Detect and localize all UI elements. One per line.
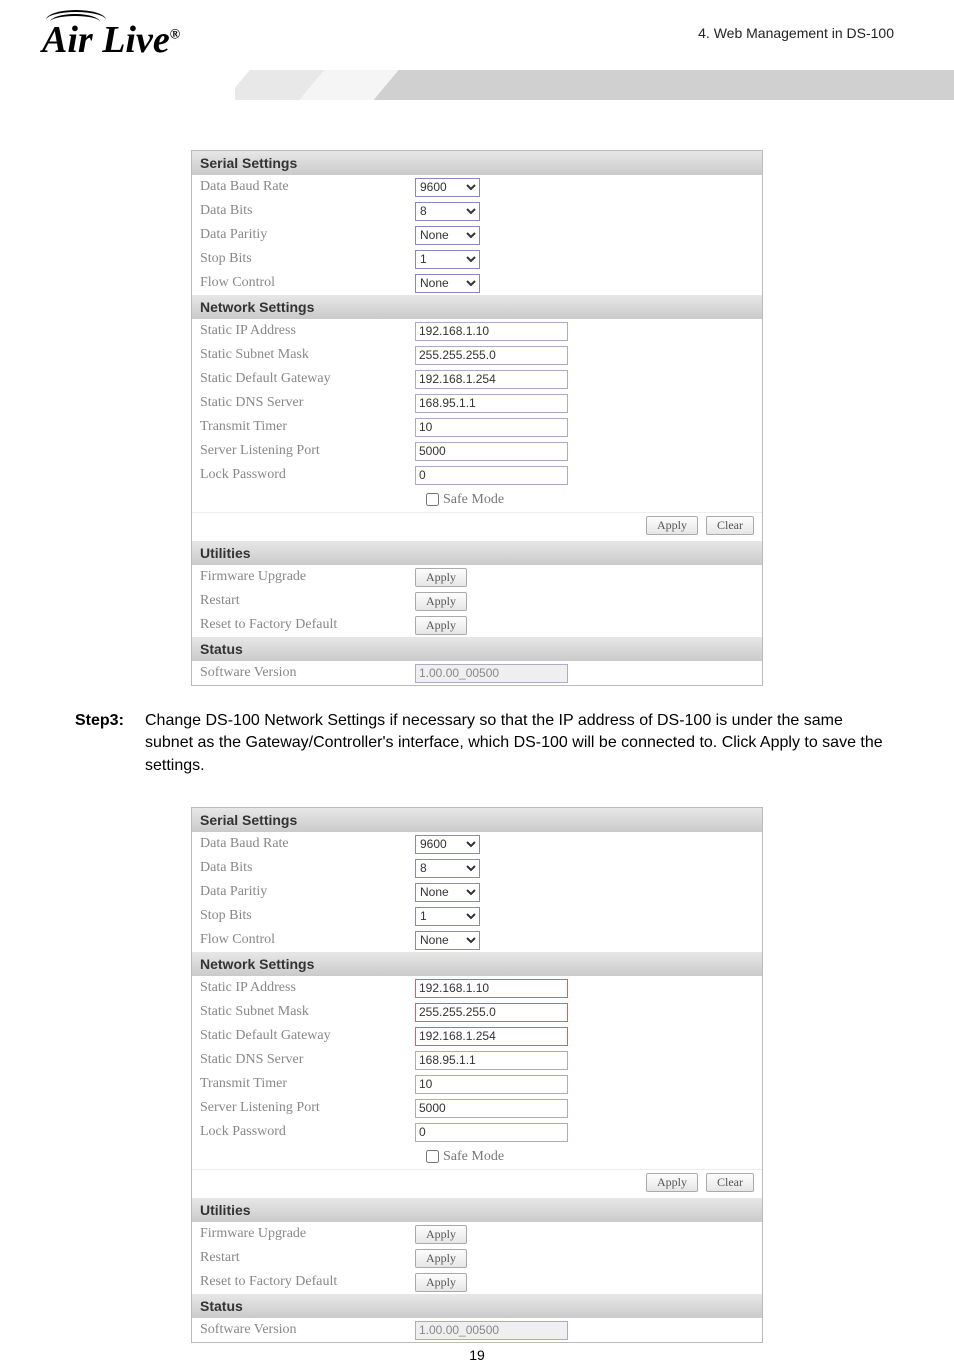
label-version: Software Version [200, 665, 415, 681]
label-restart: Restart [200, 593, 415, 609]
settings-panel-2: Serial Settings Data Baud Rate9600 Data … [191, 807, 763, 1343]
port-input[interactable] [415, 1099, 568, 1118]
lock-input[interactable] [415, 1123, 568, 1142]
page-header: Air Live® 4. Web Management in DS-100 [0, 0, 954, 120]
label-baud: Data Baud Rate [200, 836, 415, 852]
step3-tag: Step3: [75, 710, 145, 777]
label-fw: Firmware Upgrade [200, 1226, 415, 1242]
timer-input[interactable] [415, 1075, 568, 1094]
label-port: Server Listening Port [200, 1100, 415, 1116]
label-timer: Transmit Timer [200, 419, 415, 435]
mask-input[interactable] [415, 346, 568, 365]
safe-mode-checkbox[interactable] [426, 493, 439, 506]
version-field [415, 1321, 568, 1340]
gw-input[interactable] [415, 370, 568, 389]
label-safe: Safe Mode [443, 492, 504, 508]
label-gw: Static Default Gateway [200, 1028, 415, 1044]
label-mask: Static Subnet Mask [200, 347, 415, 363]
parity-select[interactable]: None [415, 883, 480, 902]
label-ip: Static IP Address [200, 980, 415, 996]
label-fw: Firmware Upgrade [200, 569, 415, 585]
label-lock: Lock Password [200, 467, 415, 483]
baud-select[interactable]: 9600 [415, 178, 480, 197]
bits-select[interactable]: 8 [415, 859, 480, 878]
label-parity: Data Paritiy [200, 227, 415, 243]
label-version: Software Version [200, 1322, 415, 1338]
settings-panel-1: Serial Settings Data Baud Rate9600 Data … [191, 150, 763, 686]
section-utilities: Utilities [192, 541, 762, 565]
section-network: Network Settings [192, 295, 762, 319]
lock-input[interactable] [415, 466, 568, 485]
clear-button[interactable]: Clear [706, 1173, 754, 1192]
label-baud: Data Baud Rate [200, 179, 415, 195]
flow-select[interactable]: None [415, 274, 480, 293]
label-safe: Safe Mode [443, 1149, 504, 1165]
port-input[interactable] [415, 442, 568, 461]
clear-button[interactable]: Clear [706, 516, 754, 535]
label-flow: Flow Control [200, 932, 415, 948]
ip-input[interactable] [415, 322, 568, 341]
dns-input[interactable] [415, 394, 568, 413]
section-status: Status [192, 637, 762, 661]
gw-input[interactable] [415, 1027, 568, 1046]
label-gw: Static Default Gateway [200, 371, 415, 387]
label-timer: Transmit Timer [200, 1076, 415, 1092]
parity-select[interactable]: None [415, 226, 480, 245]
bits-select[interactable]: 8 [415, 202, 480, 221]
label-bits: Data Bits [200, 860, 415, 876]
stop-select[interactable]: 1 [415, 250, 480, 269]
label-lock: Lock Password [200, 1124, 415, 1140]
apply-button[interactable]: Apply [646, 516, 698, 535]
registered-icon: ® [170, 27, 180, 42]
safe-mode-checkbox[interactable] [426, 1150, 439, 1163]
timer-input[interactable] [415, 418, 568, 437]
flow-select[interactable]: None [415, 931, 480, 950]
label-parity: Data Paritiy [200, 884, 415, 900]
label-restart: Restart [200, 1250, 415, 1266]
chapter-title: 4. Web Management in DS-100 [698, 25, 894, 41]
label-reset: Reset to Factory Default [200, 1274, 415, 1290]
reset-apply-button[interactable]: Apply [415, 1273, 467, 1292]
section-status: Status [192, 1294, 762, 1318]
logo-text: Air Live [42, 19, 170, 61]
section-utilities: Utilities [192, 1198, 762, 1222]
label-bits: Data Bits [200, 203, 415, 219]
section-serial: Serial Settings [192, 151, 762, 175]
header-band [235, 70, 954, 100]
mask-input[interactable] [415, 1003, 568, 1022]
stop-select[interactable]: 1 [415, 907, 480, 926]
label-stop: Stop Bits [200, 251, 415, 267]
version-field [415, 664, 568, 683]
ip-input[interactable] [415, 979, 568, 998]
restart-apply-button[interactable]: Apply [415, 592, 467, 611]
brand-logo: Air Live® [42, 18, 180, 62]
dns-input[interactable] [415, 1051, 568, 1070]
label-dns: Static DNS Server [200, 395, 415, 411]
section-network: Network Settings [192, 952, 762, 976]
label-mask: Static Subnet Mask [200, 1004, 415, 1020]
fw-apply-button[interactable]: Apply [415, 1225, 467, 1244]
label-dns: Static DNS Server [200, 1052, 415, 1068]
reset-apply-button[interactable]: Apply [415, 616, 467, 635]
section-serial: Serial Settings [192, 808, 762, 832]
label-port: Server Listening Port [200, 443, 415, 459]
label-flow: Flow Control [200, 275, 415, 291]
step3-block: Step3: Change DS-100 Network Settings if… [75, 710, 894, 777]
apply-button[interactable]: Apply [646, 1173, 698, 1192]
baud-select[interactable]: 9600 [415, 835, 480, 854]
label-ip: Static IP Address [200, 323, 415, 339]
label-reset: Reset to Factory Default [200, 617, 415, 633]
step3-text: Change DS-100 Network Settings if necess… [145, 710, 894, 777]
fw-apply-button[interactable]: Apply [415, 568, 467, 587]
restart-apply-button[interactable]: Apply [415, 1249, 467, 1268]
label-stop: Stop Bits [200, 908, 415, 924]
